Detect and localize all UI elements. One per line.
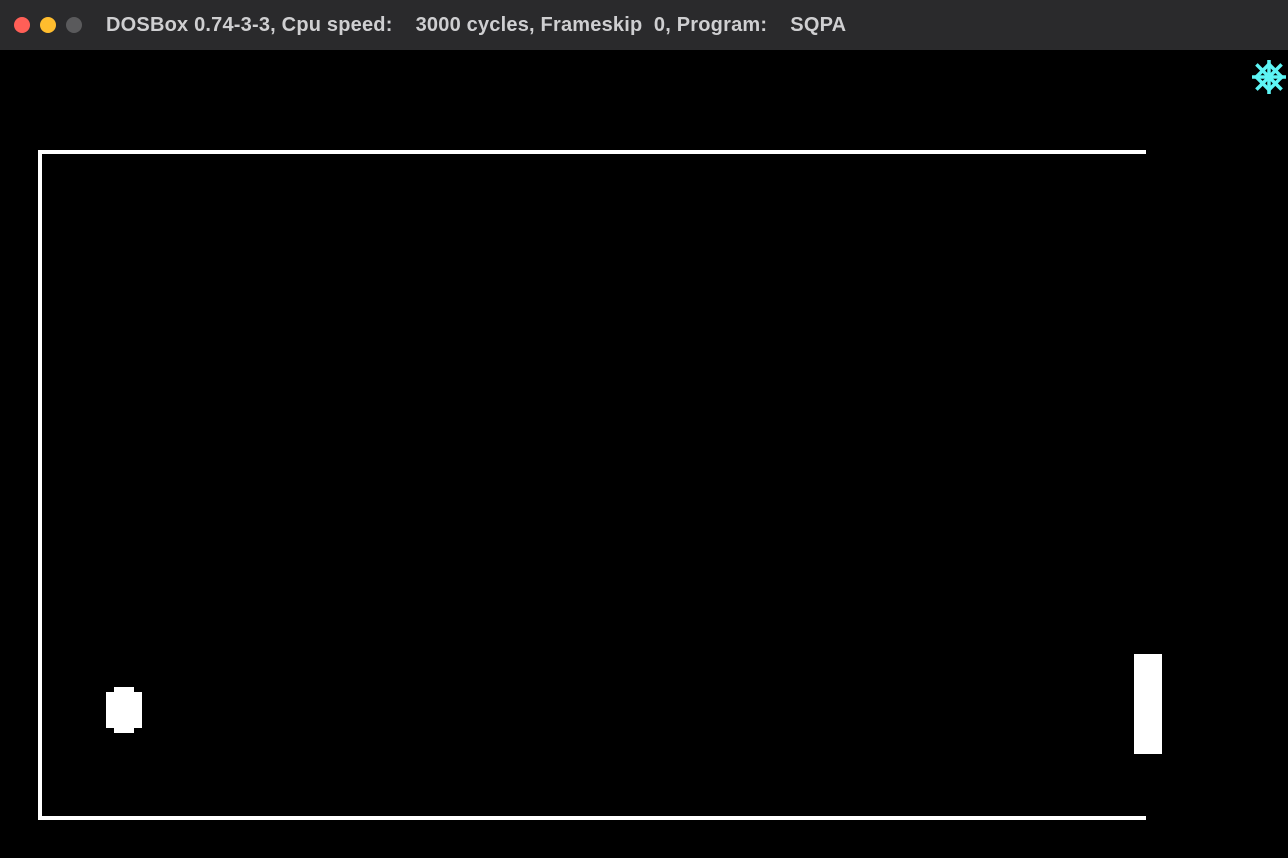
window-title: DOSBox 0.74-3-3, Cpu speed: 3000 cycles,… [106,14,846,37]
game-arena [38,150,1146,820]
game-ball [106,692,142,728]
game-viewport[interactable] [0,50,1288,858]
maximize-button[interactable] [66,17,82,33]
traffic-lights [14,17,82,33]
snowflake-icon [1252,60,1286,94]
minimize-button[interactable] [40,17,56,33]
window-titlebar: DOSBox 0.74-3-3, Cpu speed: 3000 cycles,… [0,0,1288,50]
game-paddle [1134,654,1162,754]
close-button[interactable] [14,17,30,33]
